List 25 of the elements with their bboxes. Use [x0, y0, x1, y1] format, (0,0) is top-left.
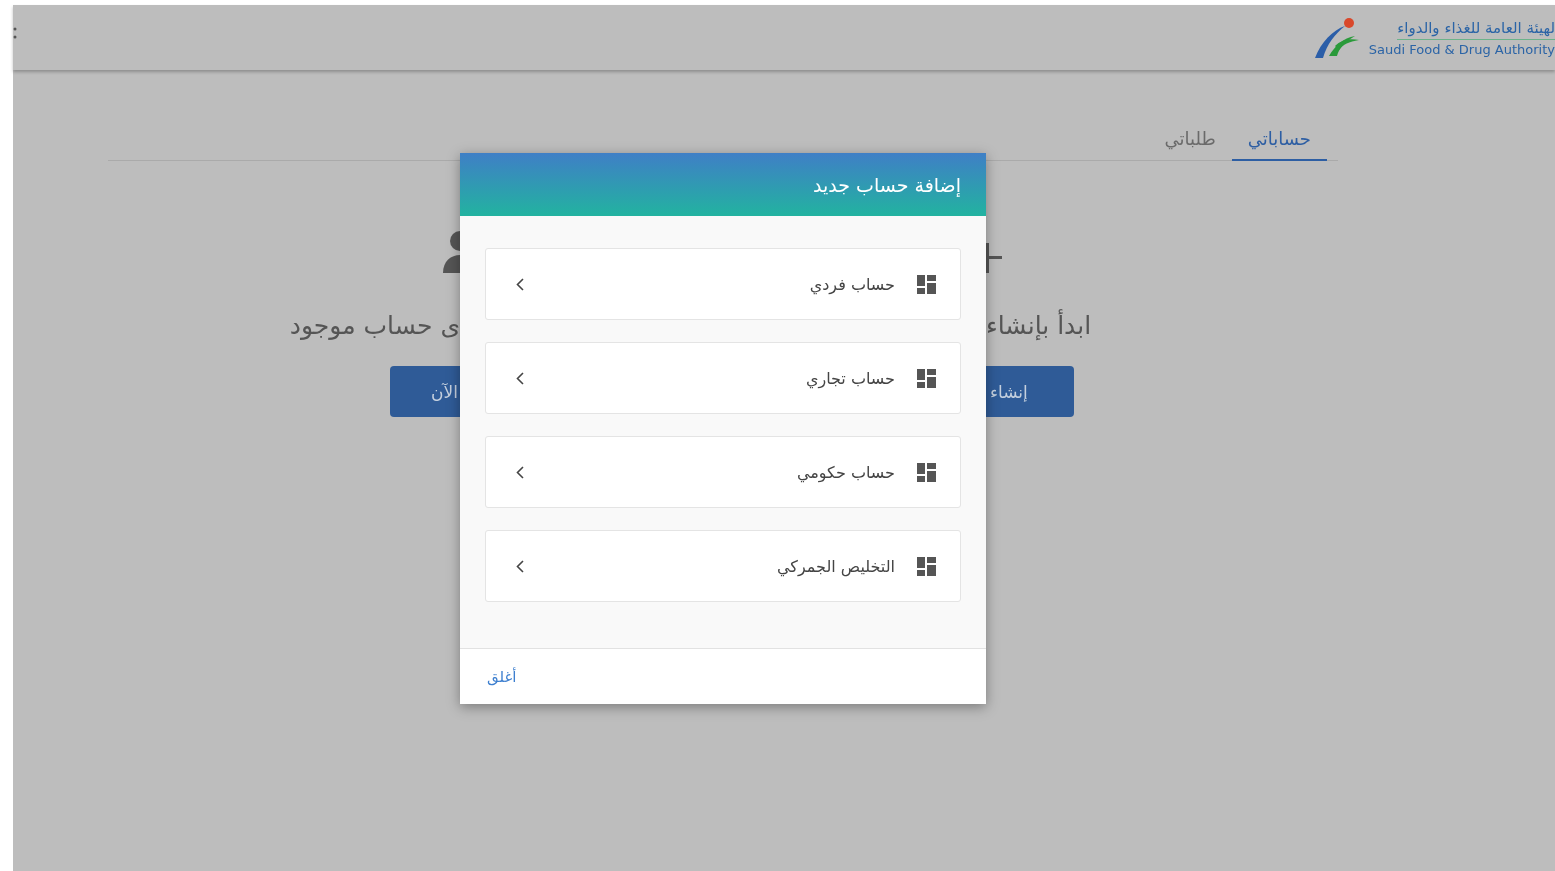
account-type-option[interactable]: حساب حكومي [485, 436, 961, 508]
close-link[interactable]: أغلق [487, 667, 517, 686]
dashboard-icon [917, 556, 936, 576]
dashboard-icon [917, 462, 936, 482]
create-button[interactable]: إنشاء [986, 366, 1074, 417]
dashboard-icon [917, 368, 936, 388]
account-type-option[interactable]: حساب تجاري [485, 342, 961, 414]
tab[interactable]: طلباتي [1148, 128, 1232, 161]
account-type-option[interactable]: حساب فردي [485, 248, 961, 320]
intro-text-left: ى حساب موجود [289, 311, 460, 340]
chevron-icon [516, 277, 524, 291]
person-icon [443, 231, 460, 273]
dialog-title: إضافة حساب جديد [813, 173, 961, 196]
chevron-icon [516, 371, 524, 385]
logo-english-text: Saudi Food & Drug Authority [1368, 40, 1555, 57]
plus-icon [986, 243, 1002, 273]
dashboard-icon [917, 274, 936, 294]
intro-text-right: ابدأ بإنشاء [986, 311, 1092, 340]
chevron-icon [516, 559, 524, 573]
logo-arabic-text: لهيئة العامة للغذاء والدواء [1397, 18, 1555, 40]
create-now-button[interactable]: الآن [390, 366, 460, 417]
chevron-icon [516, 465, 524, 479]
tab[interactable]: حساباتي [1231, 128, 1327, 161]
account-type-option[interactable]: التخليص الجمركي [485, 530, 961, 602]
menu-icon[interactable] [13, 25, 17, 40]
